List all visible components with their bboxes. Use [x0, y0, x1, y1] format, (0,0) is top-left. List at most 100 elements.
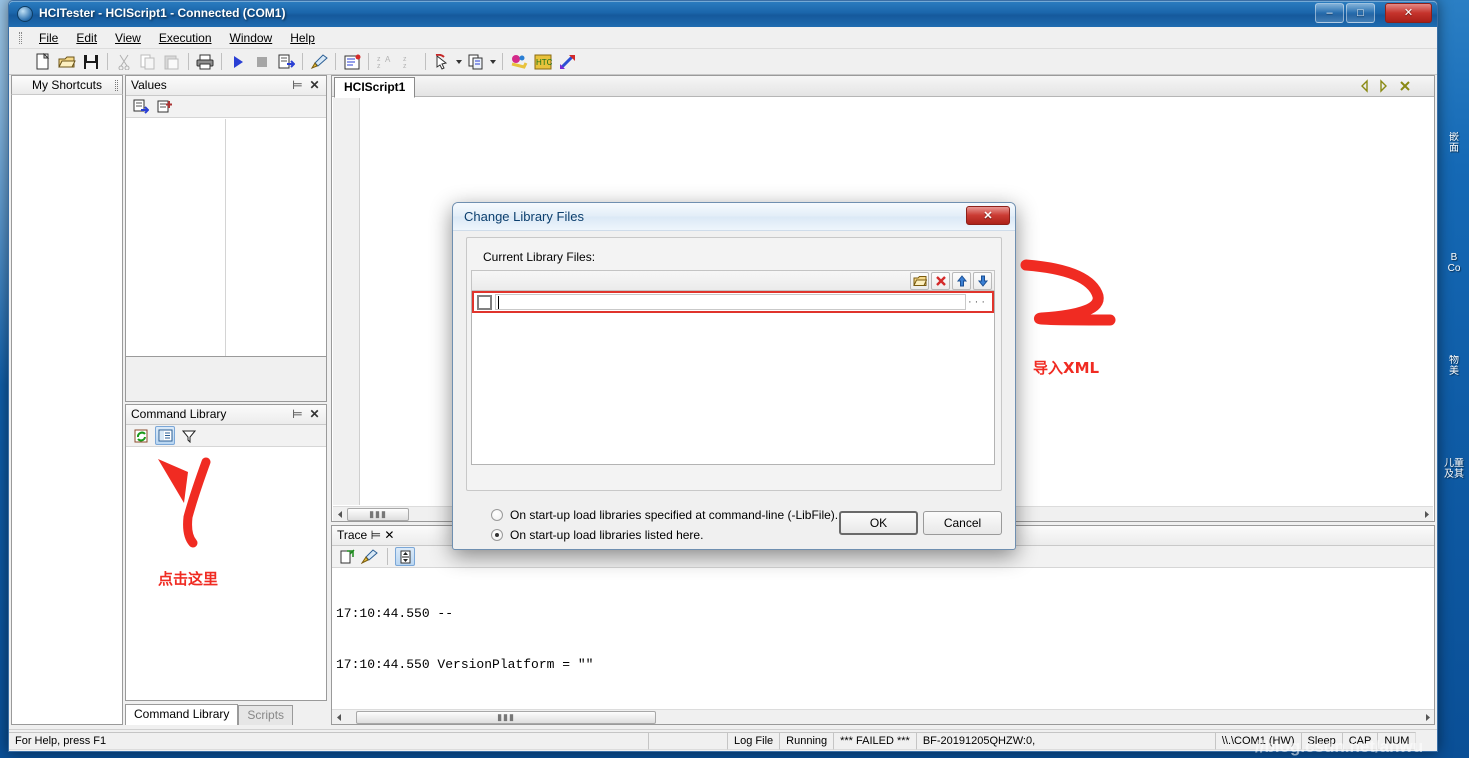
delete-x-icon[interactable] — [931, 271, 950, 290]
menu-edit[interactable]: Edit — [67, 28, 106, 48]
values-panel-header: Values ⊨ ✕ — [126, 76, 326, 96]
resize-gripper[interactable] — [1415, 732, 1429, 750]
my-shortcuts-tab[interactable]: My Shortcuts — [11, 75, 123, 95]
maximize-button[interactable]: □ — [1346, 3, 1375, 23]
ok-button[interactable]: OK — [839, 511, 918, 535]
arrow-left-icon[interactable] — [1358, 79, 1372, 93]
pointer-dropdown-icon[interactable] — [430, 51, 454, 73]
radio-load-listed-here[interactable]: On start-up load libraries listed here. — [491, 528, 703, 542]
tab-command-library[interactable]: Command Library — [125, 704, 239, 725]
toolbar-separator — [425, 53, 426, 70]
add-value-icon[interactable] — [155, 97, 175, 116]
status-help-text: For Help, press F1 — [9, 731, 649, 750]
move-up-icon[interactable] — [952, 271, 971, 290]
dialog-title: Change Library Files — [464, 209, 584, 224]
close-icon[interactable]: ✕ — [308, 408, 321, 422]
duplicate-dropdown-caret[interactable] — [488, 51, 498, 73]
radio-button-icon-selected[interactable] — [491, 529, 503, 541]
toolbar-separator — [387, 548, 388, 565]
trace-scroll-thumb[interactable]: ▮▮▮ — [356, 710, 656, 724]
clear-brush-icon[interactable] — [307, 51, 331, 73]
desktop-icon[interactable]: 儿童 及其 — [1441, 458, 1467, 480]
editor-scroll-thumb[interactable]: ▮▮▮ — [347, 507, 409, 521]
menu-grip[interactable] — [19, 31, 22, 44]
scroll-right-icon[interactable] — [1420, 710, 1434, 724]
panel-grip-icon[interactable] — [115, 80, 118, 91]
editor-tab-hciscript1[interactable]: HCIScript1 — [334, 77, 416, 98]
values-panel-title: Values — [131, 78, 167, 92]
trace-horizontal-scrollbar[interactable]: ▮▮▮ — [332, 709, 1434, 724]
tab-scripts[interactable]: Scripts — [238, 705, 294, 725]
main-window: HCITester - HCIScript1 - Connected (COM1… — [8, 0, 1438, 752]
svg-text:z: z — [403, 56, 407, 63]
pin-icon[interactable]: ⊨ — [291, 79, 304, 93]
annotation-arrow-1 — [158, 457, 211, 548]
values-panel-toolbar — [126, 96, 326, 118]
cancel-button[interactable]: Cancel — [923, 511, 1002, 535]
close-icon[interactable]: ✕ — [308, 79, 321, 93]
new-file-icon[interactable] — [31, 51, 55, 73]
menu-view-label: View — [115, 30, 141, 45]
dialog-close-button[interactable]: ✕ — [966, 206, 1010, 225]
show-values-icon[interactable] — [131, 97, 151, 116]
menu-window[interactable]: Window — [221, 28, 282, 48]
close-icon[interactable]: ✕ — [384, 528, 394, 542]
trace-line: 17:10:44.550 VersionMajor = 0 — [336, 707, 1434, 708]
library-file-path-input[interactable] — [495, 294, 966, 310]
browse-folder-icon[interactable] — [910, 271, 929, 290]
values-footer — [126, 356, 326, 401]
pin-icon[interactable]: ⊨ — [371, 528, 381, 542]
step-icon[interactable] — [274, 51, 298, 73]
desktop-icon[interactable]: 嵌面 — [1441, 132, 1467, 154]
duplicate-dropdown-icon[interactable] — [464, 51, 488, 73]
refresh-icon[interactable] — [131, 426, 151, 445]
radio-load-from-commandline[interactable]: On start-up load libraries specified at … — [491, 508, 838, 522]
window-title: HCITester - HCIScript1 - Connected (COM1… — [39, 6, 286, 20]
move-down-icon[interactable] — [973, 271, 992, 290]
properties-icon[interactable] — [340, 51, 364, 73]
filter-funnel-icon[interactable] — [179, 426, 199, 445]
pointer-dropdown-caret[interactable] — [454, 51, 464, 73]
arrow-right-icon[interactable] — [1376, 79, 1390, 93]
toolbar-separator — [188, 53, 189, 70]
toolbar-separator — [302, 53, 303, 70]
print-icon[interactable] — [193, 51, 217, 73]
clear-trace-brush-icon[interactable] — [360, 547, 380, 566]
status-port: \\.\COM1 (HW) — [1214, 731, 1302, 750]
menu-view[interactable]: View — [106, 28, 150, 48]
autoscroll-icon[interactable] — [395, 547, 415, 566]
desktop-icon[interactable]: B Co — [1441, 252, 1467, 274]
toolbar-separator — [335, 53, 336, 70]
minimize-button[interactable]: – — [1315, 3, 1344, 23]
close-icon[interactable] — [1398, 79, 1412, 93]
list-view-icon[interactable] — [155, 426, 175, 445]
annotation-step-2-label: 导入XML — [1033, 359, 1100, 377]
status-failed: *** FAILED *** — [833, 731, 917, 750]
launch-icon[interactable] — [555, 51, 579, 73]
scroll-left-icon[interactable] — [332, 710, 346, 724]
run-icon[interactable] — [226, 51, 250, 73]
library-files-list[interactable]: ··· — [471, 291, 995, 465]
desktop-icon[interactable]: 物美 — [1441, 355, 1467, 377]
open-folder-icon[interactable] — [55, 51, 79, 73]
save-icon[interactable] — [79, 51, 103, 73]
menu-execution[interactable]: Execution — [150, 28, 221, 48]
library-file-browse-ellipsis[interactable]: ··· — [968, 296, 992, 308]
trace-log[interactable]: 17:10:44.550 -- 17:10:44.550 VersionPlat… — [332, 569, 1434, 708]
menu-help[interactable]: Help — [281, 28, 324, 48]
scroll-right-icon[interactable] — [1419, 507, 1433, 521]
library-file-checkbox[interactable] — [477, 294, 492, 310]
values-grid[interactable] — [126, 119, 326, 356]
html-export-icon[interactable]: HTC — [531, 51, 555, 73]
menu-file[interactable]: File — [30, 28, 67, 48]
editor-gutter — [333, 98, 360, 505]
pin-icon[interactable]: ⊨ — [291, 408, 304, 422]
copy-trace-icon[interactable] — [337, 547, 357, 566]
script-tools-icon[interactable] — [507, 51, 531, 73]
radio-button-icon[interactable] — [491, 509, 503, 521]
status-running: Running — [779, 731, 835, 750]
status-sleep-indicator: Sleep — [1300, 731, 1343, 750]
close-window-button[interactable]: ✕ — [1385, 3, 1432, 23]
scroll-left-icon[interactable] — [333, 507, 347, 521]
library-file-row[interactable]: ··· — [472, 291, 994, 313]
